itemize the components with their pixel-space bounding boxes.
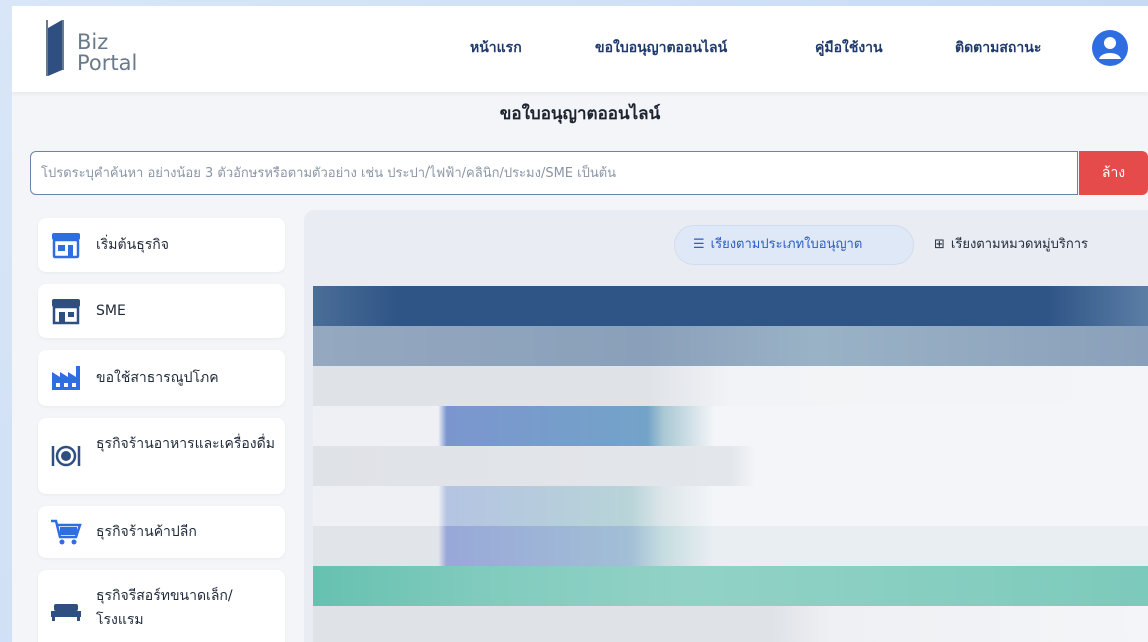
sort-by-type-button[interactable]: ☰ เรียงตามประเภทใบอนุญาต bbox=[674, 225, 914, 265]
sort-by-category-button[interactable]: ⊞ เรียงตามหมวดหมู่บริการ bbox=[922, 225, 1148, 265]
page-title: ขอใบอนุญาตออนไลน์ bbox=[499, 104, 661, 124]
search-input[interactable] bbox=[30, 151, 1078, 195]
dining-icon bbox=[51, 445, 81, 467]
grid-icon: ⊞ bbox=[934, 237, 945, 252]
cart-icon bbox=[51, 519, 82, 545]
sidebar-item-label: ธุรกิจรีสอร์ทขนาดเล็ก/โรงแรม bbox=[96, 588, 233, 628]
sidebar-item-utilities[interactable]: ขอใช้สาธารณูปโภค bbox=[38, 350, 285, 406]
bizportal-logo[interactable]: Biz Portal bbox=[45, 18, 165, 80]
table-row bbox=[313, 446, 1148, 486]
table-header-row bbox=[313, 286, 1148, 326]
nav-track-status[interactable]: ติดตามสถานะ bbox=[955, 37, 1041, 59]
logo-line-2: Portal bbox=[77, 51, 138, 75]
sidebar-item-sme[interactable]: SME bbox=[38, 284, 285, 338]
license-table bbox=[313, 286, 1148, 642]
app-window: Biz Portal หน้าแรก ขอใบอนุญาตออนไลน์ คู่… bbox=[12, 6, 1148, 642]
shop-icon bbox=[52, 299, 80, 325]
sidebar-item-retail[interactable]: ธุรกิจร้านค้าปลีก bbox=[38, 506, 285, 558]
sidebar-item-restaurant[interactable]: ธุรกิจร้านอาหารและเครื่องดื่ม bbox=[38, 418, 285, 494]
door-logo-icon bbox=[46, 20, 64, 76]
sidebar-item-start-business[interactable]: เริ่มต้นธุรกิจ bbox=[38, 218, 285, 272]
sidebar-item-label: ธุรกิจร้านอาหารและเครื่องดื่ม bbox=[96, 436, 275, 452]
nav-manual[interactable]: คู่มือใช้งาน bbox=[815, 37, 883, 59]
nav-online-license[interactable]: ขอใบอนุญาตออนไลน์ bbox=[595, 37, 727, 59]
table-row bbox=[313, 486, 1148, 526]
table-row bbox=[313, 606, 1148, 642]
factory-icon bbox=[52, 366, 80, 390]
table-row-highlight bbox=[313, 566, 1148, 606]
table-row bbox=[313, 526, 1148, 566]
list-icon: ☰ bbox=[693, 237, 705, 252]
table-row bbox=[313, 366, 1148, 406]
sidebar-item-label: เริ่มต้นธุรกิจ bbox=[96, 237, 169, 253]
table-subheader-row bbox=[313, 326, 1148, 366]
user-icon bbox=[1099, 37, 1121, 59]
logo-line-1: Biz bbox=[77, 30, 109, 54]
logo-text: Biz Portal bbox=[77, 32, 137, 74]
user-avatar[interactable] bbox=[1092, 30, 1128, 66]
top-navbar: Biz Portal หน้าแรก ขอใบอนุญาตออนไลน์ คู่… bbox=[12, 6, 1148, 92]
table-row bbox=[313, 406, 1148, 446]
sort-by-category-label: เรียงตามหมวดหมู่บริการ bbox=[950, 237, 1089, 252]
sidebar-item-label: ขอใช้สาธารณูปโภค bbox=[96, 370, 219, 386]
sort-by-type-label: เรียงตามประเภทใบอนุญาต bbox=[710, 237, 863, 252]
storefront-icon bbox=[52, 233, 80, 259]
sidebar-item-label: SME bbox=[96, 303, 126, 319]
clear-button[interactable]: ล้าง bbox=[1079, 151, 1148, 195]
sidebar-item-resort-hotel[interactable]: ธุรกิจรีสอร์ทขนาดเล็ก/โรงแรม bbox=[38, 570, 285, 642]
bed-icon bbox=[51, 604, 81, 621]
sidebar-item-label: ธุรกิจร้านค้าปลีก bbox=[96, 524, 197, 540]
nav-home[interactable]: หน้าแรก bbox=[470, 37, 522, 59]
